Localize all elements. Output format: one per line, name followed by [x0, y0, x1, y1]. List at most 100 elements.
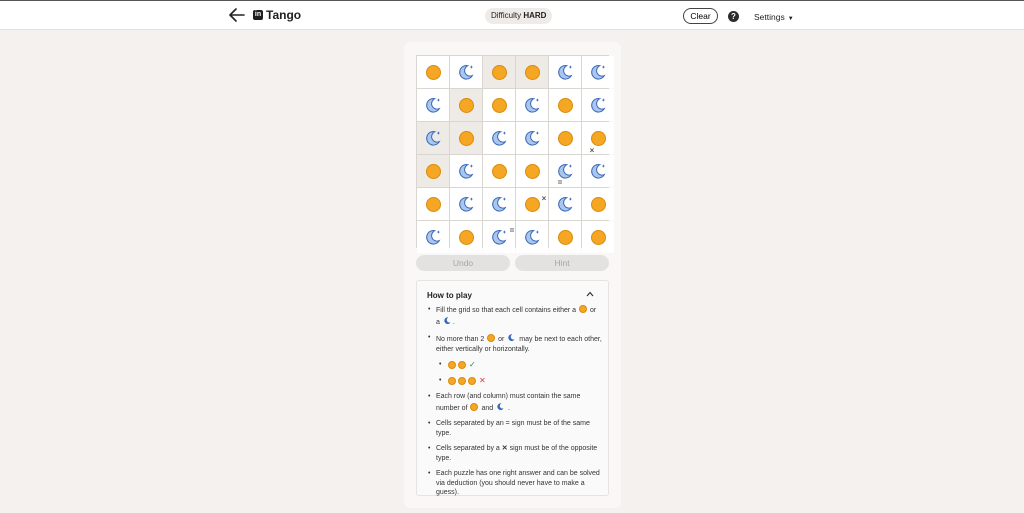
clear-button[interactable]: Clear — [683, 8, 718, 24]
sun-icon — [458, 361, 466, 369]
grid-cell[interactable] — [582, 89, 614, 121]
rule-item: No more than 2 or may be next to each ot… — [427, 333, 602, 354]
example-invalid: ✕ — [427, 376, 602, 386]
grid-cell[interactable] — [450, 221, 482, 253]
rule-item: Each row (and column) must contain the s… — [427, 392, 602, 413]
grid-cell[interactable] — [549, 155, 581, 187]
moon-icon — [492, 131, 507, 146]
grid-cell[interactable] — [516, 155, 548, 187]
grid-cell[interactable] — [483, 122, 515, 154]
action-buttons: Undo Hint — [416, 255, 609, 271]
moon-icon — [426, 131, 441, 146]
grid-cell[interactable] — [450, 56, 482, 88]
constraint-cross: × — [589, 146, 595, 155]
sun-icon — [590, 196, 606, 212]
rule-item: Each puzzle has one right answer and can… — [427, 469, 602, 498]
moon-icon — [525, 98, 540, 113]
rule-item: Cells separated by a ✕ sign must be of t… — [427, 444, 602, 463]
sun-icon — [425, 196, 441, 212]
grid-cell[interactable] — [417, 122, 449, 154]
sun-icon — [557, 229, 573, 245]
sun-icon — [491, 97, 507, 113]
cross-icon: ✕ — [501, 445, 508, 452]
sun-icon — [470, 402, 479, 411]
moon-icon — [591, 65, 606, 80]
grid-cell[interactable] — [483, 89, 515, 121]
grid-cell[interactable] — [582, 155, 614, 187]
grid-cell[interactable] — [417, 221, 449, 253]
how-to-play-title: How to play — [427, 291, 472, 300]
back-arrow-icon[interactable] — [229, 8, 245, 22]
sun-icon — [557, 130, 573, 146]
moon-icon — [492, 197, 507, 212]
sun-icon — [487, 334, 496, 342]
difficulty-label: Difficulty — [491, 11, 522, 20]
rule-item: Fill the grid so that each cell contains… — [427, 305, 602, 327]
sun-icon — [448, 377, 456, 385]
help-icon[interactable]: ? — [728, 11, 739, 22]
grid-cell[interactable] — [450, 122, 482, 154]
tango-grid — [416, 55, 614, 253]
grid-cell[interactable] — [549, 56, 581, 88]
grid-cell[interactable] — [516, 122, 548, 154]
constraint-equal: = — [509, 226, 515, 235]
grid-cell[interactable] — [516, 56, 548, 88]
difficulty-badge: Difficulty HARD — [485, 8, 553, 24]
example-valid: ✓ — [427, 360, 602, 370]
grid-cell[interactable] — [582, 56, 614, 88]
hint-button[interactable]: Hint — [515, 255, 609, 271]
grid-cell[interactable] — [516, 221, 548, 253]
sun-icon — [468, 377, 476, 385]
sun-icon — [491, 163, 507, 179]
sun-icon — [579, 305, 588, 313]
grid-cell[interactable] — [417, 56, 449, 88]
grid-cell[interactable] — [483, 56, 515, 88]
moon-icon — [591, 164, 606, 179]
sun-icon — [524, 163, 540, 179]
moon-icon — [492, 230, 507, 245]
grid-cell[interactable] — [450, 155, 482, 187]
grid-cell[interactable] — [516, 89, 548, 121]
grid-cell[interactable] — [450, 89, 482, 121]
moon-icon — [459, 65, 474, 80]
game-panel: × = × = Undo Hint How to play Fill the g… — [404, 42, 621, 508]
linkedin-logo-icon: in — [253, 10, 263, 20]
grid-cell[interactable] — [516, 188, 548, 220]
how-to-play-section: How to play Fill the grid so that each c… — [416, 280, 609, 496]
moon-icon — [497, 402, 504, 410]
constraint-equal: = — [557, 178, 563, 187]
grid-cell[interactable] — [582, 188, 614, 220]
grid-cell[interactable] — [549, 122, 581, 154]
grid-cell[interactable] — [450, 188, 482, 220]
sun-icon — [458, 377, 466, 385]
settings-label: Settings — [754, 12, 785, 22]
sun-icon — [524, 64, 540, 80]
moon-icon — [525, 230, 540, 245]
grid-cell[interactable] — [549, 188, 581, 220]
moon-icon — [525, 131, 540, 146]
moon-icon — [508, 334, 515, 342]
game-title: Tango — [266, 8, 302, 22]
grid-cell[interactable] — [417, 155, 449, 187]
grid-cell[interactable] — [549, 89, 581, 121]
settings-menu[interactable]: Settings ▼ — [754, 12, 794, 22]
grid-cell[interactable] — [417, 89, 449, 121]
sun-icon — [425, 163, 441, 179]
sun-icon — [524, 196, 540, 212]
sun-icon — [425, 64, 441, 80]
grid-cell[interactable] — [549, 221, 581, 253]
moon-icon — [444, 316, 451, 324]
chevron-up-icon[interactable] — [586, 290, 594, 298]
check-icon: ✓ — [469, 360, 476, 370]
grid-cell[interactable] — [483, 155, 515, 187]
grid-cell[interactable] — [417, 188, 449, 220]
moon-icon — [558, 65, 573, 80]
grid-cell[interactable] — [582, 221, 614, 253]
grid-cell[interactable] — [483, 188, 515, 220]
moon-icon — [426, 98, 441, 113]
sun-icon — [590, 229, 606, 245]
undo-button[interactable]: Undo — [416, 255, 510, 271]
sun-icon — [458, 97, 474, 113]
moon-icon — [459, 197, 474, 212]
caret-down-icon: ▼ — [787, 16, 794, 22]
